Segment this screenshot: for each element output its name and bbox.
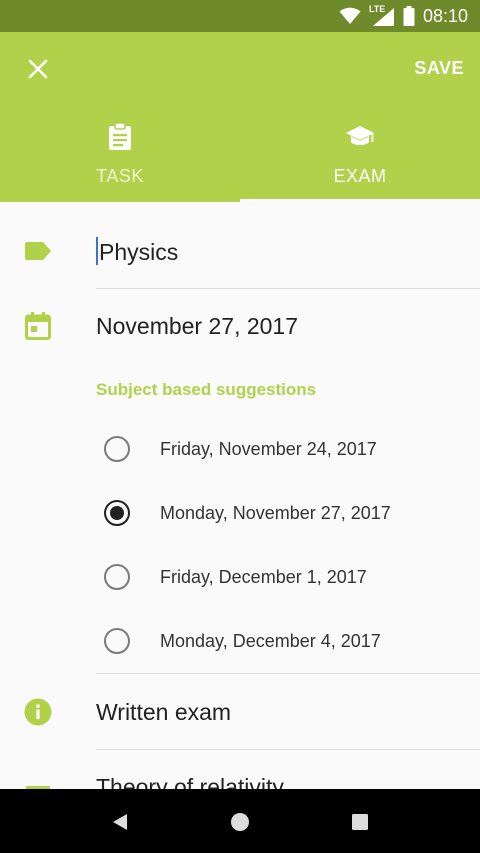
divider <box>96 673 480 674</box>
tab-task-label: TASK <box>96 166 144 186</box>
suggestion-option-label: Monday, December 4, 2017 <box>160 630 381 651</box>
radio-button-checked[interactable] <box>104 500 130 526</box>
radio-button[interactable] <box>104 628 130 654</box>
text-cursor <box>96 237 98 265</box>
suggestion-option-label: Monday, November 27, 2017 <box>160 502 391 523</box>
date-icon-wrap <box>22 310 54 342</box>
home-button[interactable] <box>220 809 260 835</box>
back-icon <box>113 814 127 830</box>
recents-icon <box>352 814 368 830</box>
label-tag-icon <box>25 242 51 260</box>
tab-bar: TASK EXAM <box>0 112 480 202</box>
lte-indicator: LTE <box>369 4 395 26</box>
tab-task-icon-wrap <box>108 122 132 152</box>
nav-bar <box>0 789 480 853</box>
topic-field[interactable]: Theory of relativity <box>96 774 284 789</box>
wifi-icon <box>339 7 361 24</box>
exam-type-icon-wrap <box>22 696 54 728</box>
close-icon <box>28 59 48 79</box>
home-icon <box>231 813 249 831</box>
save-button[interactable]: SAVE <box>414 58 464 79</box>
recents-button[interactable] <box>340 809 380 835</box>
back-button[interactable] <box>100 809 140 835</box>
suggestions-title: Subject based suggestions <box>96 380 317 399</box>
tab-exam-icon-wrap <box>345 122 375 152</box>
date-field[interactable]: November 27, 2017 <box>96 313 298 340</box>
radio-button[interactable] <box>104 564 130 590</box>
status-bar: LTE 08:10 <box>0 0 480 32</box>
radio-button[interactable] <box>104 436 130 462</box>
battery-icon <box>403 6 415 26</box>
suggestion-option-2[interactable]: Monday, November 27, 2017 <box>96 483 480 543</box>
subject-value: Physics <box>99 239 179 265</box>
calendar-icon <box>25 312 51 340</box>
cell-signal-icon <box>372 8 394 26</box>
status-time: 08:10 <box>422 5 468 26</box>
subject-icon-wrap <box>22 235 54 267</box>
suggestion-option-4[interactable]: Monday, December 4, 2017 <box>96 611 480 671</box>
clipboard-icon <box>109 123 131 150</box>
notes-icon <box>26 786 50 789</box>
info-icon <box>24 698 52 726</box>
suggestion-option-3[interactable]: Friday, December 1, 2017 <box>96 547 480 607</box>
app-bar: SAVE TASK EXAM <box>0 32 480 202</box>
suggestion-option-label: Friday, December 1, 2017 <box>160 566 367 587</box>
close-button[interactable] <box>18 54 58 84</box>
exam-form: Physics November 27, 2017 Subject based … <box>0 202 480 789</box>
topic-icon-wrap <box>22 776 54 789</box>
tab-exam[interactable]: EXAM <box>240 112 480 202</box>
tab-task[interactable]: TASK <box>0 112 240 202</box>
suggestion-option-1[interactable]: Friday, November 24, 2017 <box>96 419 480 479</box>
graduation-cap-icon <box>346 126 374 145</box>
status-icons: LTE 08:10 <box>339 0 468 32</box>
subject-field[interactable]: Physics <box>96 237 178 266</box>
exam-type-field[interactable]: Written exam <box>96 699 231 726</box>
divider <box>96 749 480 750</box>
tab-exam-label: EXAM <box>333 166 387 186</box>
suggestion-option-label: Friday, November 24, 2017 <box>160 438 377 459</box>
divider <box>96 288 480 289</box>
